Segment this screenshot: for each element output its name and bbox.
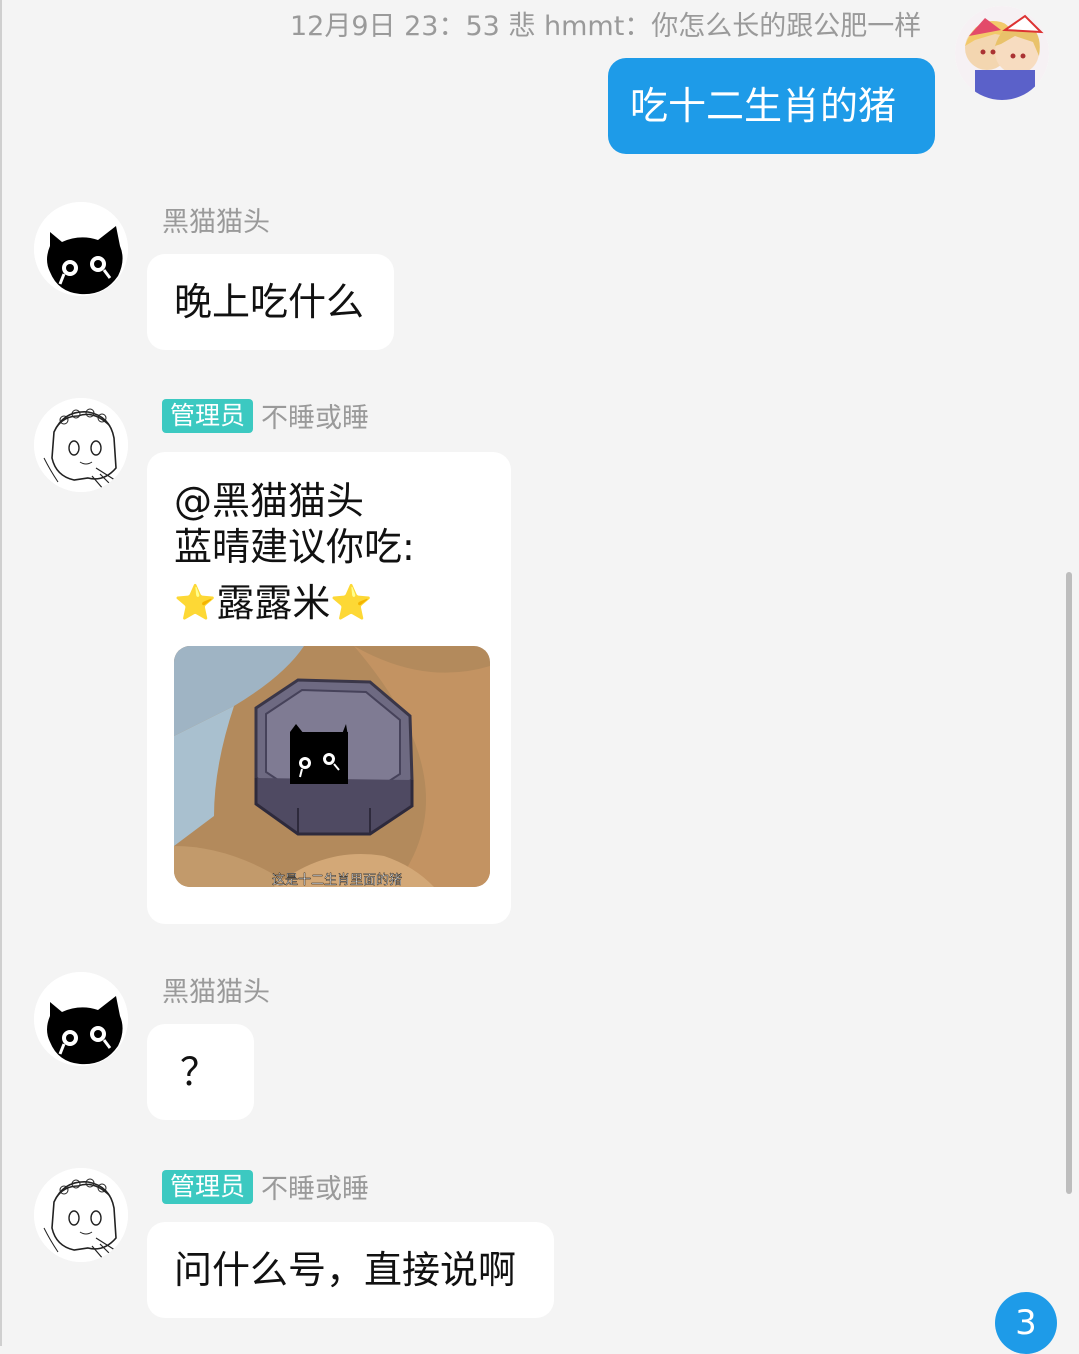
sketch-girl-avatar-icon[interactable] xyxy=(34,398,128,492)
sender-name-row: 管理员 不睡或睡 xyxy=(162,396,369,435)
message-image[interactable]: 这是十二生肖里面的猪 xyxy=(174,646,490,887)
sender-name-row: 黑猫猫头 xyxy=(162,970,270,1009)
message-bubble[interactable]: 问什么号，直接说啊 xyxy=(147,1222,554,1318)
admin-role-badge: 管理员 xyxy=(162,398,254,433)
message-bubble[interactable]: ？ xyxy=(147,1024,254,1120)
message-line: 蓝晴建议你吃: xyxy=(174,525,415,569)
message-text: ？ xyxy=(180,1050,219,1094)
sender-name-row: 管理员 不睡或睡 xyxy=(162,1167,369,1206)
sender-name[interactable]: 不睡或睡 xyxy=(261,396,369,435)
unread-count-badge[interactable]: 3 xyxy=(995,1292,1057,1354)
message-text: 晚上吃什么 xyxy=(174,280,365,324)
star-icon: ⭐ xyxy=(330,583,373,623)
self-avatar-icon[interactable] xyxy=(955,6,1049,100)
quoted-reply-line[interactable]: 12月9日 23：53 悲 hmmt：你怎么长的跟公肥一样 xyxy=(290,4,921,43)
mention-line[interactable]: @黑猫猫头 xyxy=(174,476,364,526)
scrollbar[interactable] xyxy=(1066,572,1072,1194)
sender-name[interactable]: 不睡或睡 xyxy=(261,1167,369,1206)
star-icon: ⭐ xyxy=(174,583,217,623)
message-text: 问什么号，直接说啊 xyxy=(174,1248,517,1292)
sender-name-row: 黑猫猫头 xyxy=(162,200,270,239)
left-edge-divider xyxy=(0,0,2,1346)
message-line-with-stars: ⭐ 露露米 ⭐ xyxy=(174,578,373,628)
sketch-girl-avatar-icon[interactable] xyxy=(34,1168,128,1262)
message-line: 露露米 xyxy=(216,581,331,625)
message-text: 吃十二生肖的猪 xyxy=(630,84,897,128)
admin-role-badge: 管理员 xyxy=(162,1169,254,1204)
self-message-bubble[interactable]: 吃十二生肖的猪 xyxy=(608,58,935,154)
image-caption: 这是十二生肖里面的猪 xyxy=(272,872,402,887)
black-cat-avatar-icon[interactable] xyxy=(34,202,128,296)
sender-name[interactable]: 黑猫猫头 xyxy=(162,200,270,239)
black-cat-avatar-icon[interactable] xyxy=(34,972,128,1066)
message-bubble[interactable]: 晚上吃什么 xyxy=(147,254,394,350)
sender-name[interactable]: 黑猫猫头 xyxy=(162,970,270,1009)
